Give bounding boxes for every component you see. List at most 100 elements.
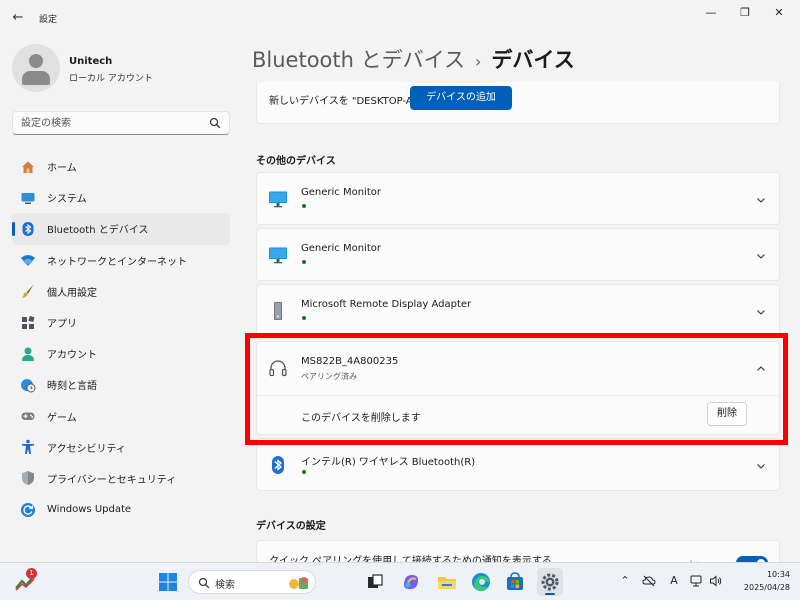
bluetooth-icon [22,221,34,236]
clock-time[interactable]: 10:34 [744,570,790,579]
chevron-down-icon[interactable] [755,250,767,262]
sidebar-item-label: アカウント [47,350,97,362]
sidebar-item-system[interactable]: システム [12,182,230,213]
sidebar-item-label: Windows Update [47,504,132,516]
device-settings-heading: デバイスの設定 [256,521,326,532]
taskbar-file-explorer[interactable] [436,571,458,593]
breadcrumb: Bluetooth とデバイス › デバイス [252,44,575,74]
avatar[interactable] [12,44,60,92]
breadcrumb-parent-link[interactable]: Bluetooth とデバイス [252,48,465,72]
ime-indicator[interactable]: A [667,574,681,588]
sidebar-item-home[interactable]: ホーム [12,151,230,182]
globe-clock-icon [21,378,36,393]
network-icon[interactable] [689,574,703,588]
chevron-down-icon[interactable] [755,306,767,318]
task-view-icon [368,574,383,588]
sidebar-nav: ホーム システム Bluetooth とデバイス ネットワークとインターネット … [12,151,230,525]
sidebar-item-personalization[interactable]: 個人用設定 [12,276,230,307]
device-name: Microsoft Remote Display Adapter [301,299,472,310]
device-name: Generic Monitor [301,243,381,254]
chevron-down-icon[interactable] [755,460,767,472]
minimize-button[interactable]: — [696,4,726,22]
sidebar-item-windows-update[interactable]: Windows Update [12,494,230,525]
breadcrumb-separator: › [475,52,482,71]
taskbar-search-label: 検索 [215,580,235,591]
store-icon [507,572,523,590]
cloud-offline-icon[interactable] [642,574,656,588]
taskbar-copilot[interactable] [400,571,422,593]
tower-icon [274,302,282,320]
title-bar: ← 設定 — ❐ ✕ [0,0,800,36]
monitor-icon [269,191,287,208]
status-dot [302,316,306,320]
sidebar-item-label: 時刻と言語 [47,381,97,393]
sidebar-item-bluetooth[interactable]: Bluetooth とデバイス [12,213,230,245]
profile-name: Unitech [69,56,113,67]
sidebar-item-accessibility[interactable]: アクセシビリティ [12,432,230,463]
volume-icon[interactable] [709,574,723,588]
highlight-box [245,333,788,445]
taskbar-search[interactable]: 検索 [188,570,316,594]
account-icon [22,347,34,361]
avatar-head-shape [29,54,43,68]
device-card[interactable]: Microsoft Remote Display Adapter [256,284,780,337]
sidebar-item-accounts[interactable]: アカウント [12,338,230,369]
taskbar-task-view[interactable] [364,571,386,593]
page-title: デバイス [491,48,575,72]
back-button[interactable]: ← [8,8,28,28]
maximize-button[interactable]: ❐ [730,4,760,22]
status-dot [302,470,306,474]
start-button[interactable] [157,571,179,593]
sidebar-item-apps[interactable]: アプリ [12,307,230,338]
device-card[interactable]: インテル(R) ワイヤレス Bluetooth(R) [256,438,780,491]
sidebar-item-time-language[interactable]: 時刻と言語 [12,369,230,400]
sidebar-item-gaming[interactable]: ゲーム [12,401,230,432]
profile-account-type: ローカル アカウント [69,74,153,84]
sidebar-item-network[interactable]: ネットワークとインターネット [12,245,230,276]
gamepad-icon [21,412,35,421]
edge-icon [472,573,490,591]
search-input[interactable] [21,116,201,130]
active-app-indicator [545,593,555,595]
device-card[interactable]: Generic Monitor [256,172,780,225]
status-dot [302,204,306,208]
sidebar-item-label: アクセシビリティ [47,443,126,455]
system-icon [21,192,35,204]
accessibility-icon [22,439,34,455]
device-name: インテル(R) ワイヤレス Bluetooth(R) [301,457,476,468]
device-card[interactable]: Generic Monitor [256,228,780,281]
sidebar-item-label: ゲーム [47,412,77,424]
sidebar-item-label: Bluetooth とデバイス [47,225,149,237]
sidebar-item-privacy[interactable]: プライバシーとセキュリティ [12,463,230,494]
taskbar-settings[interactable] [537,568,563,596]
sidebar-item-label: プライバシーとセキュリティ [47,474,177,486]
update-icon [21,502,35,517]
sidebar-item-label: ネットワークとインターネット [47,256,187,268]
chevron-down-icon[interactable] [755,194,767,206]
sidebar-item-label: 個人用設定 [47,287,97,299]
settings-search-box[interactable] [12,111,230,135]
apps-icon [22,315,35,329]
folder-icon [438,577,456,589]
taskbar-edge[interactable] [470,571,492,593]
wifi-icon [21,255,35,267]
brush-icon [21,284,34,299]
bluetooth-icon [272,456,284,474]
search-icon [198,577,210,589]
sidebar-item-label: ホーム [47,163,77,175]
widgets-button[interactable]: 1 [14,568,38,593]
shield-icon [22,471,34,486]
add-device-button[interactable]: デバイスの追加 [410,86,512,110]
clock-date[interactable]: 2025/04/28 [724,583,790,592]
home-icon [22,161,34,173]
device-name: Generic Monitor [301,187,381,198]
app-title: 設定 [39,15,58,25]
add-device-card: 新しいデバイスを "DESKTOP-AT79F22" に接続する [256,82,780,124]
tray-expand-icon[interactable]: ⌃ [618,574,632,588]
close-button[interactable]: ✕ [764,4,794,22]
search-icon [209,117,221,129]
copilot-icon [404,575,418,589]
taskbar-store[interactable] [504,571,526,593]
other-devices-heading: その他のデバイス [256,156,336,167]
sidebar-item-label: アプリ [47,319,77,331]
